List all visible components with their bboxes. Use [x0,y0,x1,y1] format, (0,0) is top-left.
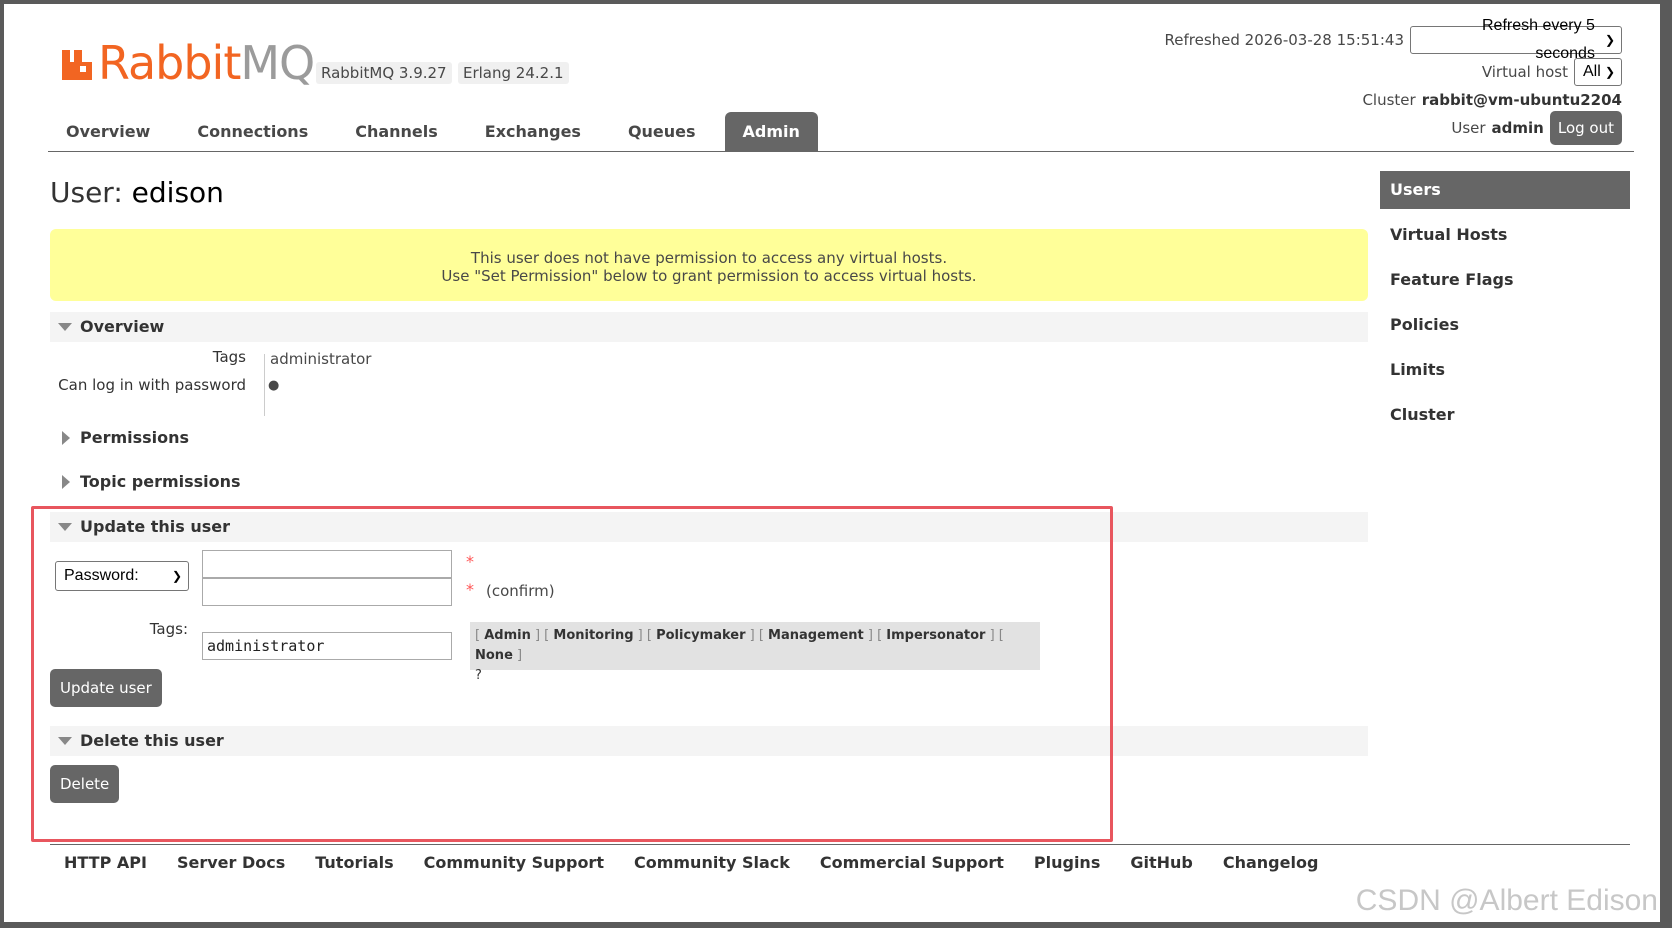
highlight-annotation [31,506,1113,842]
cluster-label: Cluster [1362,91,1416,109]
expand-arrow-icon [62,475,70,489]
divider [264,354,265,416]
tags-label: Tags [212,348,246,366]
section-overview-toggle[interactable]: Overview [50,312,1368,342]
rabbitmq-logo[interactable]: RabbitMQ TM [60,40,334,86]
sidebar-item-virtual-hosts[interactable]: Virtual Hosts [1380,216,1630,261]
section-topic-permissions-toggle[interactable]: Topic permissions [50,467,1368,497]
erlang-version-badge: Erlang 24.2.1 [458,62,569,84]
footer-link-github[interactable]: GitHub [1130,853,1193,872]
sidebar-item-policies[interactable]: Policies [1380,306,1630,351]
sidebar-item-users[interactable]: Users [1380,171,1630,209]
footer: HTTP API Server Docs Tutorials Community… [50,844,1630,872]
logo-text: RabbitMQ [98,36,315,90]
refresh-interval-select[interactable]: Refresh every 5 seconds ❯ [1410,17,1622,62]
footer-link-commercial-support[interactable]: Commercial Support [820,853,1004,872]
tags-value: administrator [270,350,372,368]
warning-line-2: Use "Set Permission" below to grant perm… [441,267,977,285]
watermark: CSDN @Albert Edison [1355,884,1658,917]
footer-link-server-docs[interactable]: Server Docs [177,853,285,872]
chevron-down-icon: ❯ [1604,33,1615,47]
user-name: edison [131,176,224,209]
tab-exchanges[interactable]: Exchanges [467,112,599,152]
expand-arrow-icon [62,431,70,445]
footer-link-plugins[interactable]: Plugins [1034,853,1100,872]
footer-link-community-support[interactable]: Community Support [424,853,604,872]
sidebar-item-cluster[interactable]: Cluster [1380,396,1630,441]
vhost-select[interactable]: All ❯ [1574,58,1622,86]
sidebar-item-feature-flags[interactable]: Feature Flags [1380,261,1630,306]
tab-overview[interactable]: Overview [48,112,168,152]
page-title: User: edison [50,176,224,209]
tab-admin[interactable]: Admin [724,112,818,152]
cluster-name: rabbit@vm-ubuntu2204 [1421,91,1622,109]
permission-warning: This user does not have permission to ac… [50,229,1368,301]
vhost-label: Virtual host [1481,63,1568,81]
footer-link-community-slack[interactable]: Community Slack [634,853,790,872]
section-permissions-toggle[interactable]: Permissions [50,423,1368,453]
tab-queues[interactable]: Queues [610,112,714,152]
rabbit-logo-icon [62,50,92,80]
browser-page: RabbitMQ TM RabbitMQ 3.9.27 Erlang 24.2.… [4,4,1660,922]
rabbitmq-version-badge: RabbitMQ 3.9.27 [316,62,452,84]
tab-channels[interactable]: Channels [337,112,456,152]
collapse-arrow-icon [58,323,72,331]
chevron-down-icon: ❯ [1604,65,1615,79]
login-bullet: ● [268,378,280,393]
footer-link-http-api[interactable]: HTTP API [64,853,147,872]
admin-sidebar: Users Virtual Hosts Feature Flags Polici… [1380,171,1630,441]
footer-link-tutorials[interactable]: Tutorials [315,853,393,872]
refreshed-timestamp: Refreshed 2026-03-28 15:51:43 [1164,31,1404,49]
sidebar-item-limits[interactable]: Limits [1380,351,1630,396]
main-nav: Overview Connections Channels Exchanges … [48,112,1634,152]
tab-connections[interactable]: Connections [179,112,326,152]
login-label: Can log in with password [58,376,246,394]
footer-link-changelog[interactable]: Changelog [1223,853,1319,872]
warning-line-1: This user does not have permission to ac… [470,249,948,267]
